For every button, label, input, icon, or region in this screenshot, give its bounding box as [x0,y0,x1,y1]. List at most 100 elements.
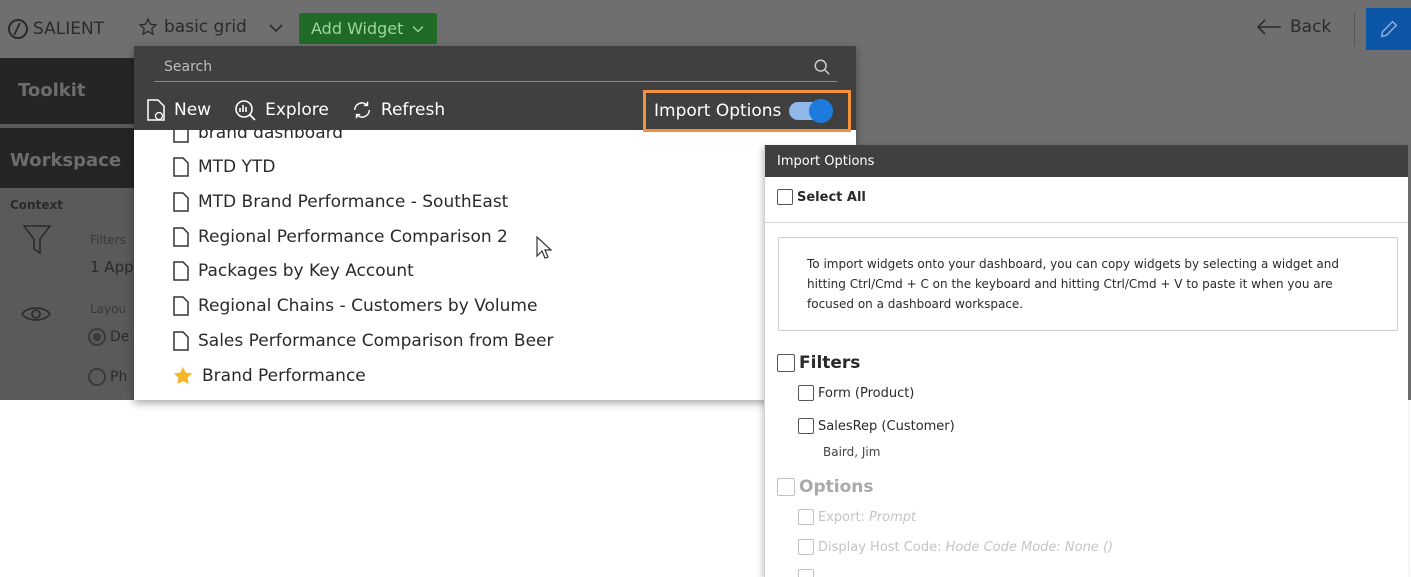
import-options-label: Import Options [654,101,782,121]
filter-item-form[interactable]: Form (Product) [798,385,914,401]
select-all-checkbox[interactable]: Select All [777,189,866,205]
import-options-toggle[interactable]: Import Options [643,90,851,132]
list-item[interactable]: Packages by Key Account [172,256,414,286]
arrow-left-icon [1256,19,1281,35]
dropdown-header: New Explore Refresh Import Options [134,46,856,132]
back-label: Back [1290,17,1332,37]
list-item[interactable]: Sales Performance Comparison from Beer [172,326,554,356]
new-button[interactable]: New [146,98,211,122]
document-icon [173,192,189,212]
sidebar-tab-toolkit[interactable]: Toolkit [0,58,134,124]
dashboard-list: brand dashboard MTD YTD MTD Brand Perfor… [134,130,856,400]
checkbox[interactable] [777,189,793,205]
checkbox[interactable] [798,385,814,401]
document-icon [173,331,189,351]
context-heading: Context [10,198,63,212]
checkbox[interactable] [777,354,795,372]
workspace-label: Workspace [10,150,122,171]
filter-item-label: SalesRep (Customer) [818,418,955,434]
list-item-label: Regional Performance Comparison 2 [198,227,508,247]
layout-option-desktop[interactable]: De [88,328,129,346]
dashboard-title[interactable]: basic grid [138,17,247,37]
sidebar-tab-workspace[interactable]: Workspace [0,128,134,188]
filters-section-label: Filters [799,353,861,373]
star-icon [173,366,193,385]
toggle-switch[interactable] [789,99,834,123]
import-options-panel: Import Options Select All To import widg… [764,145,1408,577]
refresh-label: Refresh [380,100,446,120]
layout-option-phone[interactable]: Ph [88,368,127,386]
list-item[interactable]: Regional Performance Comparison 2 [172,222,508,252]
brand-name: SALIENT [33,19,105,39]
select-all-label: Select All [797,189,866,205]
eye-icon[interactable] [20,303,52,325]
filters-value: 1 App [90,258,134,276]
list-item-label: MTD Brand Performance - SouthEast [198,192,509,212]
dropdown-actions: New Explore Refresh [146,98,467,122]
filters-label: Filters [90,233,126,247]
search-box [154,52,837,82]
add-widget-dropdown: New Explore Refresh Import Options brand [134,46,856,400]
star-outline-icon[interactable] [138,17,158,37]
option-item-display-host-code[interactable]: Display Host Code: Hode Code Mode: None … [798,539,1113,555]
list-item-label: MTD YTD [198,157,276,177]
document-icon [173,261,189,281]
document-icon [173,157,189,177]
checkbox[interactable] [777,478,795,496]
back-button[interactable]: Back [1256,17,1331,37]
search-input[interactable] [154,58,811,75]
explore-icon [235,100,256,121]
new-document-icon [147,99,165,121]
list-item-label: Packages by Key Account [198,261,414,281]
brand-logo[interactable]: SALIENT [8,16,104,42]
refresh-button[interactable]: Refresh [351,99,445,121]
list-item-label: brand dashboard [198,130,344,143]
option-item-value: Hode Code Mode: None () [945,539,1114,555]
toggle-knob [809,99,834,123]
import-info-box: To import widgets onto your dashboard, y… [778,237,1398,331]
option-item-partial[interactable] [798,569,818,577]
filter-icon[interactable] [22,223,52,257]
radio1-label: De [110,329,130,345]
checkbox[interactable] [798,569,814,577]
checkbox[interactable] [798,539,814,555]
filter-item-label: Form (Product) [818,385,915,401]
document-icon [173,227,189,247]
edit-button[interactable] [1366,8,1411,50]
option-item-export[interactable]: Export: Prompt [798,509,916,525]
list-item[interactable]: Regional Chains - Customers by Volume [172,291,537,321]
layout-label: Layou [90,302,127,316]
add-widget-button[interactable]: Add Widget [299,13,438,44]
option-item-label: Export: [818,509,865,525]
list-item[interactable]: brand dashboard [172,130,343,148]
new-label: New [174,100,212,120]
options-section-label: Options [799,477,874,497]
filters-section-checkbox[interactable]: Filters [777,353,860,373]
list-item-label: Brand Performance [202,366,366,386]
radio-selected[interactable] [88,328,106,346]
mouse-cursor-icon [536,236,552,259]
toolkit-label: Toolkit [18,80,86,101]
options-section-checkbox[interactable]: Options [777,477,873,497]
checkbox[interactable] [798,509,814,525]
option-item-label: Display Host Code: [818,539,942,555]
refresh-icon [353,101,370,119]
pencil-icon [1380,20,1397,38]
document-icon [173,296,189,316]
document-icon [173,130,189,143]
list-item[interactable]: Brand Performance [172,361,366,391]
list-item[interactable]: MTD Brand Performance - SouthEast [172,187,508,217]
filter-item-salesrep[interactable]: SalesRep (Customer) [798,418,955,434]
checkbox[interactable] [798,418,814,434]
explore-button[interactable]: Explore [233,98,329,122]
left-sidebar: Toolkit Workspace Context Filters 1 App … [0,58,134,400]
chevron-down-icon[interactable] [268,22,284,34]
divider [765,222,1408,223]
radio-unselected[interactable] [88,368,106,386]
search-icon[interactable] [811,56,833,78]
import-panel-title: Import Options [765,145,1408,177]
option-item-value: Prompt [868,509,917,525]
list-item-label: Sales Performance Comparison from Beer [198,331,554,351]
list-item[interactable]: MTD YTD [172,152,275,182]
dashboard-name: basic grid [164,17,247,37]
